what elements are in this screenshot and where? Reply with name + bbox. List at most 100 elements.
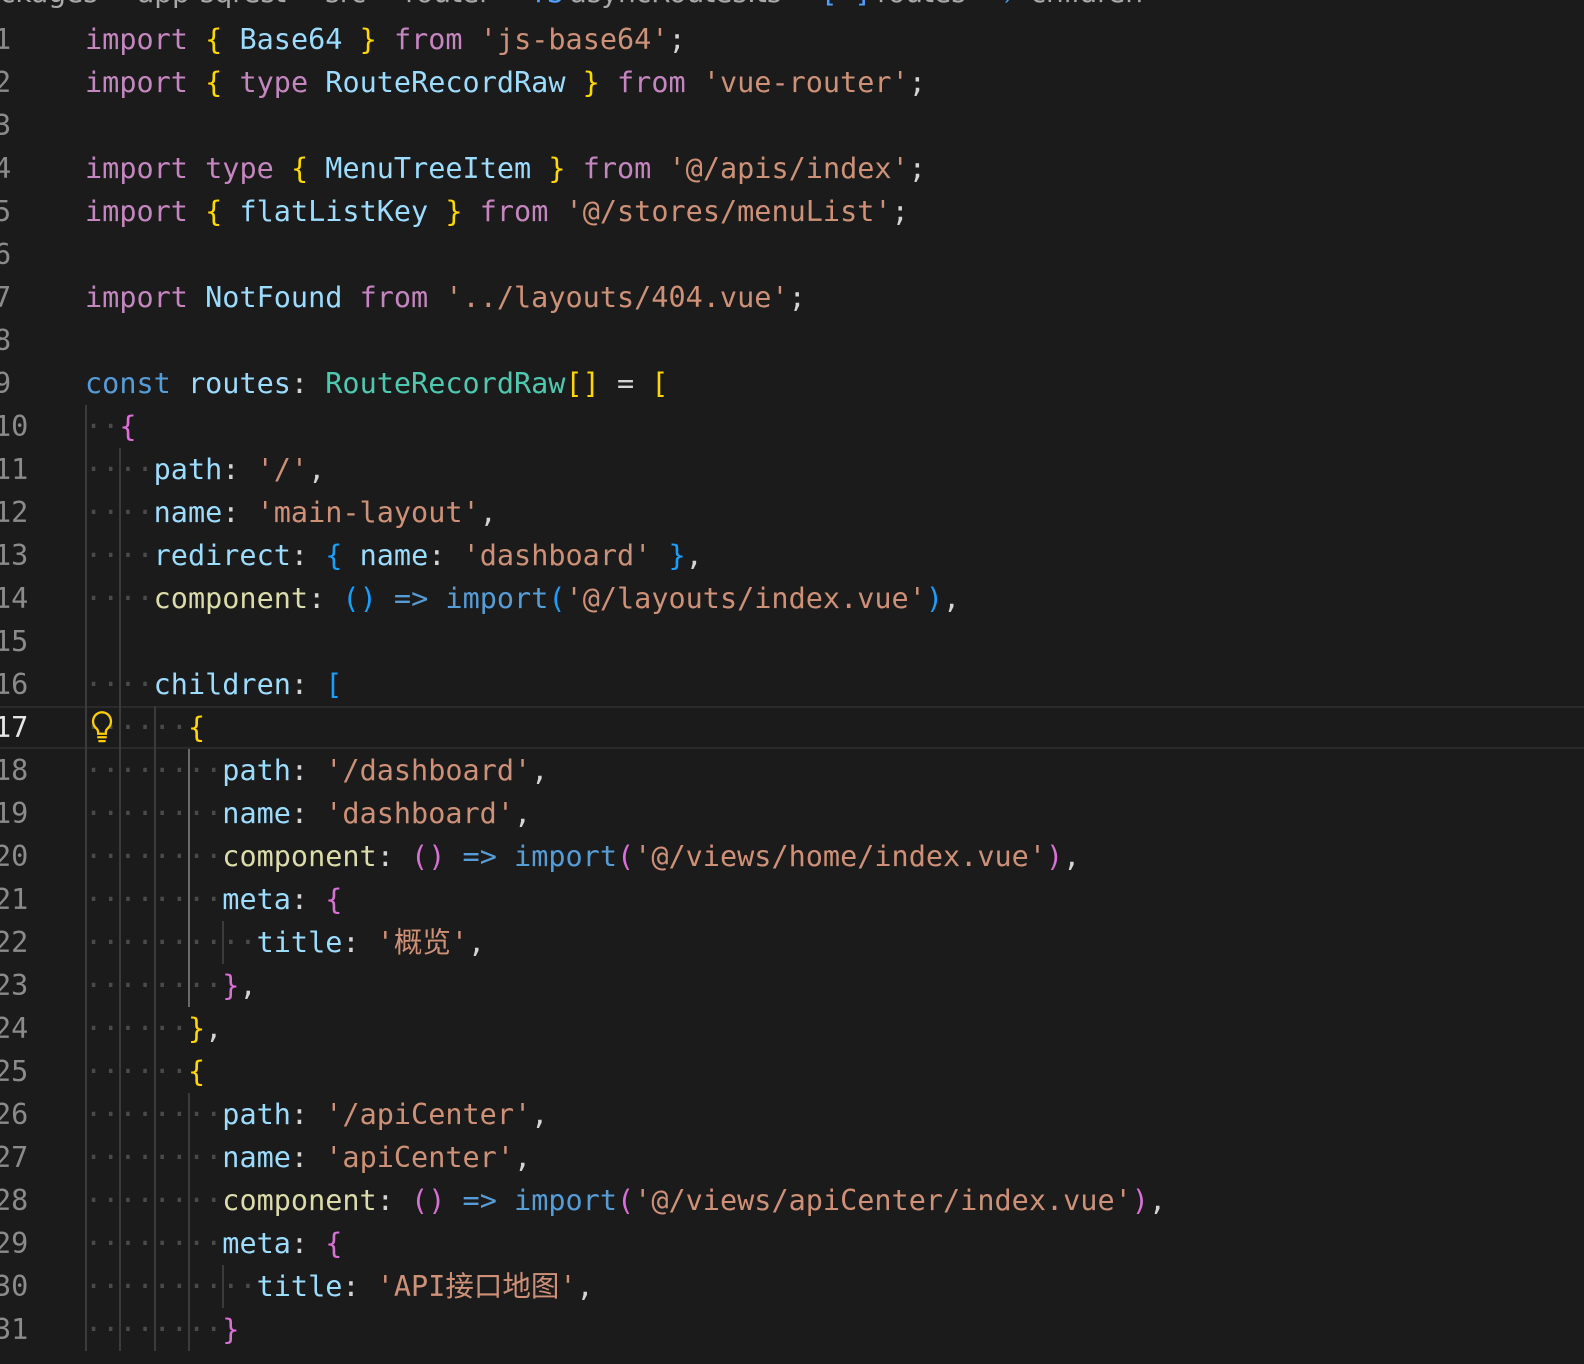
indent-guide [187, 749, 190, 1007]
line-number: 12 [0, 496, 29, 529]
code-line[interactable]: 18 path: '/dashboard', ········ [0, 749, 1584, 792]
code-line[interactable]: 27 name: 'apiCenter', ········ [0, 1136, 1584, 1179]
code-token: ; [788, 281, 806, 314]
code-line[interactable]: 22 title: '概览', ·········· [0, 921, 1584, 964]
line-number: 4 [0, 152, 12, 185]
code-line[interactable]: 11 path: '/', ···· [0, 448, 1584, 491]
code-line[interactable]: 16 children: [···· [0, 663, 1584, 706]
code-line[interactable]: 1 import { Base64 } from 'js-base64'; [0, 18, 1584, 61]
code-token: => [462, 840, 497, 873]
breadcrumb-item-src[interactable]: src [325, 0, 366, 9]
code-token: import [85, 152, 188, 185]
code-line[interactable]: 7 import NotFound from '../layouts/404.vu… [0, 276, 1584, 319]
code-line[interactable]: 8 [0, 319, 1584, 362]
code-token: component [222, 840, 377, 873]
breadcrumb-item-children[interactable]: children [1031, 0, 1143, 9]
code-line[interactable]: 6 [0, 233, 1584, 276]
code-token: ( [617, 1184, 635, 1217]
breadcrumb-item-packages[interactable]: ckages [0, 0, 98, 9]
code-token: { [205, 66, 223, 99]
code-token: import [514, 1184, 617, 1217]
code-editor[interactable]: 1 import { Base64 } from 'js-base64'; 2 imp… [0, 18, 1584, 1351]
code-token: : [428, 539, 463, 572]
chevron-right-icon: › [795, 0, 806, 9]
line-number: 22 [0, 926, 29, 959]
code-token: path [222, 1098, 291, 1131]
breadcrumb-item-file[interactable]: asyncRoutes.ts [570, 0, 782, 9]
line-number: 20 [0, 840, 29, 873]
breadcrumb[interactable]: ckages › app-sqrest › src › router › TS asyncRout… [0, 0, 1143, 8]
breadcrumb-item-router[interactable]: router [405, 0, 491, 9]
code-line[interactable]: 12 name: 'main-layout', ···· [0, 491, 1584, 534]
code-token: } [187, 1012, 206, 1045]
code-line[interactable]: 3 [0, 104, 1584, 147]
code-token: , [685, 539, 703, 572]
code-token: , [479, 496, 497, 529]
code-token: , [531, 754, 549, 787]
line-number: 13 [0, 539, 29, 572]
breadcrumb-item-routes[interactable]: routes [877, 0, 966, 9]
breadcrumb-item-app[interactable]: app-sqrest [137, 0, 286, 9]
code-line[interactable]: 10 {·· [0, 405, 1584, 448]
code-line[interactable]: 21 meta: {········ [0, 878, 1584, 921]
code-line[interactable]: 25 {······ [0, 1050, 1584, 1093]
code-text: component: () => import('@/views/home/in… [85, 835, 1080, 878]
code-token: , [1063, 840, 1081, 873]
code-token: const [85, 367, 171, 400]
code-token: name [359, 539, 429, 572]
code-token: routes [187, 367, 291, 400]
code-line[interactable]: 24 }, ······ [0, 1007, 1584, 1050]
code-token: } [445, 195, 463, 228]
line-number: 10 [0, 410, 29, 443]
line-number: 9 [0, 367, 12, 400]
code-line[interactable]: 9 const routes: RouteRecordRaw[] = [ [0, 362, 1584, 405]
chevron-right-icon: › [980, 0, 991, 9]
lightbulb-icon[interactable] [88, 710, 116, 744]
code-token: ( [548, 582, 566, 615]
line-number: 29 [0, 1227, 29, 1260]
code-token: from [479, 195, 549, 228]
line-number: 11 [0, 453, 29, 486]
code-line[interactable]: 5 import { flatListKey } from '@/stores/m… [0, 190, 1584, 233]
code-line[interactable]: 20 component: () => import('@/views/home… [0, 835, 1584, 878]
code-line[interactable]: 13 redirect: { name: 'dashboard' }, ···· [0, 534, 1584, 577]
code-token: : [290, 539, 326, 572]
code-token: ; [668, 23, 686, 56]
code-line[interactable]: 31 } ········ [0, 1308, 1584, 1351]
code-token: { [205, 195, 223, 228]
code-line[interactable]: 30 title: 'API接口地图', ·········· [0, 1265, 1584, 1308]
code-text: redirect: { name: 'dashboard' }, [85, 534, 703, 577]
code-line[interactable]: 29 meta: {········ [0, 1222, 1584, 1265]
code-line[interactable]: 19 name: 'dashboard', ········ [0, 792, 1584, 835]
code-token: '/' [256, 453, 309, 486]
code-token: ; [908, 152, 926, 185]
code-token: ) [1045, 840, 1064, 873]
code-token: : [290, 797, 326, 830]
code-line[interactable]: 26 path: '/apiCenter', ········ [0, 1093, 1584, 1136]
code-token: , [1148, 1184, 1167, 1217]
code-line[interactable]: 14 component: () => import('@/layouts/in… [0, 577, 1584, 620]
code-token: component [153, 582, 309, 615]
code-token: flatListKey [239, 195, 429, 228]
code-token: meta [222, 883, 291, 916]
code-line[interactable]: 2 import { type RouteRecordRaw } from 'vu… [0, 61, 1584, 104]
code-token: name [153, 496, 223, 529]
code-line[interactable]: 15 [0, 620, 1584, 663]
code-token: } [582, 66, 600, 99]
code-line[interactable]: 23 }, ········ [0, 964, 1584, 1007]
code-line[interactable]: 4 import type { MenuTreeItem } from '@/ap… [0, 147, 1584, 190]
code-line[interactable]: 17 {······ [0, 706, 1584, 749]
code-line[interactable]: 28 component: () => import('@/views/apiC… [0, 1179, 1584, 1222]
code-token: : [290, 668, 326, 701]
